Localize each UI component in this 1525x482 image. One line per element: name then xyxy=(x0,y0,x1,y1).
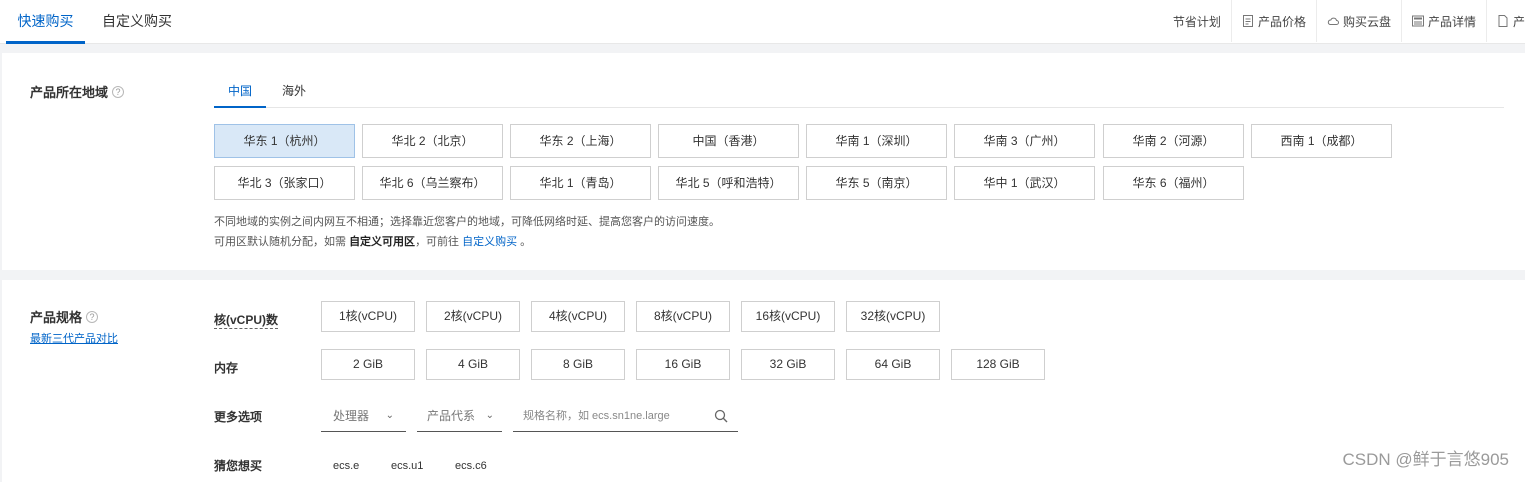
zone-hint-mid: ，可前往 xyxy=(415,236,463,248)
help-icon[interactable]: ? xyxy=(86,310,99,323)
top-bar: 快速购买 自定义购买 节省计划 产品价格 购买云盘 产品详情 产 xyxy=(0,0,1525,44)
guess-label: 猜您想买 xyxy=(214,459,263,473)
toolbar: 节省计划 产品价格 购买云盘 产品详情 产 xyxy=(1163,0,1525,42)
cloud-icon xyxy=(1327,17,1339,25)
memory-option[interactable]: 2 GiB xyxy=(321,349,415,380)
region-title: 产品所在地域 ? xyxy=(30,82,125,101)
spec-title-text: 产品规格 xyxy=(30,310,83,325)
custom-buy-link[interactable]: 自定义购买 xyxy=(462,236,517,248)
processor-select[interactable]: 处理器 ⌄ xyxy=(321,400,406,432)
detail-icon xyxy=(1411,15,1424,27)
price-doc-icon xyxy=(1242,15,1253,27)
spec-card: 产品规格 ? 最新三代产品对比 核(vCPU)数 1核(vCPU) 2核(vCP… xyxy=(2,280,1525,482)
tab-custom-buy[interactable]: 自定义购买 xyxy=(102,0,172,44)
cpu-option[interactable]: 32核(vCPU) xyxy=(846,301,940,332)
family-select[interactable]: 产品代系 ⌄ xyxy=(417,400,502,432)
search-icon[interactable] xyxy=(714,409,728,423)
region-hint: 不同地域的实例之间内网互不相通；选择靠近您客户的地域，可降低网络时延、提高您客户… xyxy=(214,216,720,228)
region-button[interactable]: 华南 1（深圳） xyxy=(806,124,947,158)
memory-option[interactable]: 16 GiB xyxy=(636,349,730,380)
product-price-link[interactable]: 产品价格 xyxy=(1230,0,1316,42)
doc-link[interactable]: 产 xyxy=(1485,0,1525,42)
section-gap xyxy=(0,45,1525,53)
memory-option[interactable]: 8 GiB xyxy=(531,349,625,380)
zone-hint-bold: 自定义可用区 xyxy=(349,236,416,248)
region-card: 产品所在地域 ? 中国 海外 华东 1（杭州） 华北 2（北京） 华东 2（上海… xyxy=(2,53,1525,270)
processor-select-label: 处理器 xyxy=(333,409,370,423)
region-button[interactable]: 华北 6（乌兰察布） xyxy=(362,166,503,200)
product-detail-label: 产品详情 xyxy=(1427,14,1476,29)
spec-search-input[interactable] xyxy=(523,409,703,422)
guess-item[interactable]: ecs.c6 xyxy=(455,460,487,472)
region-button[interactable]: 西南 1（成都） xyxy=(1251,124,1392,158)
guess-item[interactable]: ecs.u1 xyxy=(391,460,423,472)
memory-option[interactable]: 4 GiB xyxy=(426,349,520,380)
spec-search xyxy=(513,400,738,432)
region-button[interactable]: 中国（香港） xyxy=(658,124,799,158)
compare-link[interactable]: 最新三代产品对比 xyxy=(30,330,118,346)
zone-hint-suffix: 。 xyxy=(517,236,532,248)
product-price-label: 产品价格 xyxy=(1257,14,1306,29)
memory-option[interactable]: 32 GiB xyxy=(741,349,835,380)
region-button[interactable]: 华北 3（张家口） xyxy=(214,166,355,200)
memory-option[interactable]: 128 GiB xyxy=(951,349,1045,380)
watermark: CSDN @鲜于言悠905 xyxy=(1342,450,1509,469)
region-title-text: 产品所在地域 xyxy=(30,85,109,100)
help-icon[interactable]: ? xyxy=(112,85,125,98)
product-detail-link[interactable]: 产品详情 xyxy=(1400,0,1486,42)
more-options-label: 更多选项 xyxy=(214,410,263,424)
chevron-down-icon: ⌄ xyxy=(385,410,394,421)
tab-quick-buy[interactable]: 快速购买 xyxy=(6,0,85,44)
zone-hint-prefix: 可用区默认随机分配，如需 xyxy=(214,236,350,248)
savings-plan-label: 节省计划 xyxy=(1172,14,1221,29)
region-button[interactable]: 华北 2（北京） xyxy=(362,124,503,158)
region-button[interactable]: 华东 2（上海） xyxy=(510,124,651,158)
tab-overseas[interactable]: 海外 xyxy=(282,75,306,108)
memory-label: 内存 xyxy=(214,361,239,375)
spec-title: 产品规格 ? xyxy=(30,307,99,326)
region-tabs: 中国 海外 xyxy=(214,75,1504,108)
region-button[interactable]: 华南 3（广州） xyxy=(954,124,1095,158)
tab-china[interactable]: 中国 xyxy=(214,75,266,108)
guess-item[interactable]: ecs.e xyxy=(333,460,359,472)
buy-disk-link[interactable]: 购买云盘 xyxy=(1315,0,1401,42)
doc-icon xyxy=(1498,15,1508,27)
buy-disk-label: 购买云盘 xyxy=(1342,14,1391,29)
cpu-option[interactable]: 1核(vCPU) xyxy=(321,301,415,332)
region-button[interactable]: 华北 1（青岛） xyxy=(510,166,651,200)
memory-option[interactable]: 64 GiB xyxy=(846,349,940,380)
cpu-option[interactable]: 2核(vCPU) xyxy=(426,301,520,332)
region-button[interactable]: 华南 2（河源） xyxy=(1103,124,1244,158)
region-button[interactable]: 华东 1（杭州） xyxy=(214,124,355,158)
region-button[interactable]: 华中 1（武汉） xyxy=(954,166,1095,200)
cpu-option[interactable]: 8核(vCPU) xyxy=(636,301,730,332)
cpu-option[interactable]: 4核(vCPU) xyxy=(531,301,625,332)
region-button[interactable]: 华东 5（南京） xyxy=(806,166,947,200)
region-button[interactable]: 华北 5（呼和浩特） xyxy=(658,166,799,200)
doc-label: 产 xyxy=(1512,14,1525,29)
savings-plan-link[interactable]: 节省计划 xyxy=(1163,0,1231,42)
family-select-label: 产品代系 xyxy=(427,409,476,423)
zone-hint: 可用区默认随机分配，如需 自定义可用区，可前往 自定义购买 。 xyxy=(214,233,531,249)
cpu-label: 核(vCPU)数 xyxy=(214,313,279,329)
cpu-option[interactable]: 16核(vCPU) xyxy=(741,301,835,332)
region-button[interactable]: 华东 6（福州） xyxy=(1103,166,1244,200)
chevron-down-icon: ⌄ xyxy=(485,410,494,421)
